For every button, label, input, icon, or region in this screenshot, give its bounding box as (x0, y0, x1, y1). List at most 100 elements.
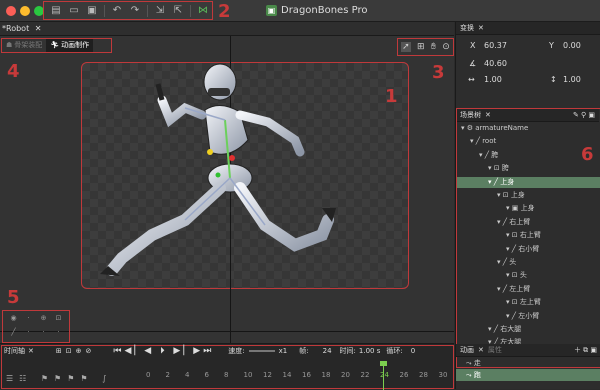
pivot-top-icon[interactable]: · (22, 314, 35, 326)
dragonbones-logo-icon: ▣ (266, 5, 277, 16)
new-file-icon[interactable]: ▤ (50, 5, 62, 16)
undo-icon[interactable]: ↶ (111, 5, 123, 16)
pivot-weight-icon[interactable]: ⊕ (37, 314, 50, 326)
import-icon[interactable]: ⇲ (154, 5, 166, 16)
slot-icon: ⊡ (511, 231, 520, 240)
rig-mode-button[interactable]: ☗ 骨架装配 (2, 39, 46, 52)
layer-tools[interactable]: ☰☷ ⚑⚑⚑⚑ ∫ (6, 374, 112, 383)
annotation-5: 5 (7, 287, 20, 308)
close-panel-icon[interactable]: ✕ (478, 24, 484, 32)
animation-item[interactable]: ⤳ 走 (456, 357, 600, 369)
annotation-4: 4 (7, 61, 20, 82)
robot-armature[interactable] (90, 60, 350, 290)
pivot-tools: ◉ · ⊕ ⊡ ╱ · · · (2, 310, 70, 343)
tree-item[interactable]: ▾ ╱ 右上臂 (457, 217, 600, 228)
animation-panel: 动画 ✕ 属性 ＋ ⧉ ▣ ⤳ 走 ⤳ 跑 (456, 344, 600, 389)
animate-mode-button[interactable]: 🏃︎ 动画制作 (46, 39, 94, 52)
scale-x-value-field[interactable]: 1.00 (484, 75, 502, 84)
slot-icon: ⊡ (511, 298, 520, 307)
rotation-value-field[interactable]: 40.60 (484, 59, 507, 68)
tree-item[interactable]: ▾ ╱ root (457, 136, 600, 147)
speed-label: 速度: (228, 347, 245, 355)
ruler-tick: 14 (282, 371, 292, 379)
document-tab[interactable]: *Robot ✕ (2, 24, 41, 33)
tree-item[interactable]: ▾ ╱ 左上臂 (457, 284, 600, 295)
tree-item-label: 胯 (501, 164, 509, 173)
close-panel-icon[interactable]: ✕ (28, 347, 34, 355)
animate-icon: 🏃︎ (50, 41, 60, 49)
tree-item-label: 头 (519, 271, 527, 280)
close-panel-icon[interactable]: ✕ (478, 346, 484, 354)
tree-item-label: 左上臂 (519, 298, 541, 307)
minimize-window-button[interactable] (20, 6, 30, 16)
pivot-center-icon[interactable]: · (22, 328, 35, 340)
tree-item-label: 右上臂 (519, 231, 541, 240)
ruler-tick: 18 (321, 371, 331, 379)
tree-item[interactable]: ▾ ⊡ 上身 (457, 190, 600, 201)
animation-item[interactable]: ⤳ 跑 (456, 369, 600, 381)
close-tab-icon[interactable]: ✕ (35, 24, 42, 33)
playback-controls[interactable]: ⏮◀▏◀ ⏵ ▶▏▶⏭ (113, 346, 214, 356)
speed-slider[interactable] (248, 350, 275, 352)
hand-tool-icon[interactable]: ✋︎ (431, 42, 436, 52)
close-window-button[interactable] (6, 6, 16, 16)
ruler-tick: 10 (243, 371, 253, 379)
key-tools-icon[interactable]: ⊞⊡⊕⊘ (56, 347, 95, 355)
tree-item[interactable]: ▾ ▣ 上身 (457, 203, 600, 214)
title-bar: ▤ ▭ ▣ ↶ ↷ ⇲ ⇱ ⋈ ▣ DragonBones Pro (0, 0, 600, 22)
scene-tree: ▾ ⚙ armatureName ▾ ╱ root ▾ ╱ 胯 ▾ ⊡ 胯 ▾ ╱ 上身… (456, 108, 600, 368)
loops-value[interactable]: 0 (411, 347, 415, 355)
pivot-corner-icon[interactable]: · (52, 328, 65, 340)
add-animation-icon[interactable]: ＋ ⧉ ▣ (574, 345, 597, 355)
animation-title: 动画 (460, 346, 474, 354)
y-label: Y (549, 41, 554, 50)
animation-header: 动画 ✕ 属性 ＋ ⧉ ▣ (456, 344, 600, 357)
pivot-right-icon[interactable]: · (37, 328, 50, 340)
ruler-tick: 24 (380, 371, 389, 379)
save-icon[interactable]: ▣ (86, 5, 98, 16)
transform-tool-icon[interactable]: ⊞ (417, 42, 425, 52)
pivot-mesh-icon[interactable]: ⊡ (52, 314, 65, 326)
tree-item[interactable]: ▾ ⊡ 右上臂 (457, 230, 600, 241)
y-value-field[interactable]: 0.00 (563, 41, 581, 50)
transform-panel: 变换 ✕ X 60.37 Y 0.00 ∡ 40.60 ↔ 1.00 ↕ 1.0… (456, 22, 600, 105)
rig-mode-label: 骨架装配 (14, 41, 43, 49)
speed-value: x1 (278, 347, 288, 355)
select-tool-icon[interactable]: ➚ (401, 42, 411, 52)
tree-item[interactable]: ▾ ⊡ 胯 (457, 163, 600, 174)
document-tab-bar: *Robot ✕ (0, 22, 454, 36)
tree-item[interactable]: ▾ ⚙ armatureName (457, 123, 600, 134)
x-label: X (470, 41, 476, 50)
annotation-2: 2 (218, 1, 231, 22)
properties-tab[interactable]: 属性 (488, 345, 502, 355)
scale-y-value-field[interactable]: 1.00 (563, 75, 581, 84)
slot-icon: ⊡ (511, 271, 520, 280)
tree-item[interactable]: ▾ ⊡ 头 (457, 270, 600, 281)
time-value[interactable]: 1.00 s (359, 347, 380, 355)
tree-item-label: 上身 (510, 191, 525, 199)
camera-tool-icon[interactable]: ⊙ (442, 42, 450, 52)
tree-item[interactable]: ▾ ╱ 上身 (457, 176, 600, 188)
open-folder-icon[interactable]: ▭ (68, 5, 80, 16)
bone-tool-icon[interactable]: ╱ (7, 328, 20, 340)
pivot-eye-icon[interactable]: ◉ (7, 314, 20, 326)
redo-icon[interactable]: ↷ (129, 5, 141, 16)
tree-item[interactable]: ▾ ╱ 右大腿 (457, 324, 600, 335)
tree-item[interactable]: ▾ ╱ 头 (457, 257, 600, 268)
playhead[interactable] (383, 362, 384, 390)
fps-value[interactable]: 24 (323, 347, 332, 355)
rotation-icon: ∡ (469, 59, 477, 68)
ruler-tick: 20 (341, 371, 350, 379)
timeline-ruler[interactable]: 0 2 4 6 8 10 12 14 16 18 20 22 24 26 28 30 (146, 368, 452, 388)
run-icon: ⤳ (466, 371, 474, 379)
share-icon[interactable]: ⋈ (197, 5, 209, 16)
tree-item[interactable]: ▾ ╱ 左小臂 (457, 311, 600, 322)
annotation-3: 3 (432, 62, 445, 83)
export-icon[interactable]: ⇱ (172, 5, 184, 16)
tree-item[interactable]: ▾ ⊡ 左上臂 (457, 297, 600, 308)
tree-item[interactable]: ▾ ╱ 胯 (457, 150, 600, 161)
right-panel: 变换 ✕ X 60.37 Y 0.00 ∡ 40.60 ↔ 1.00 ↕ 1.0… (455, 22, 600, 389)
ruler-tick: 12 (263, 371, 272, 379)
tree-item[interactable]: ▾ ╱ 右小臂 (457, 244, 600, 255)
x-value-field[interactable]: 60.37 (484, 41, 507, 50)
